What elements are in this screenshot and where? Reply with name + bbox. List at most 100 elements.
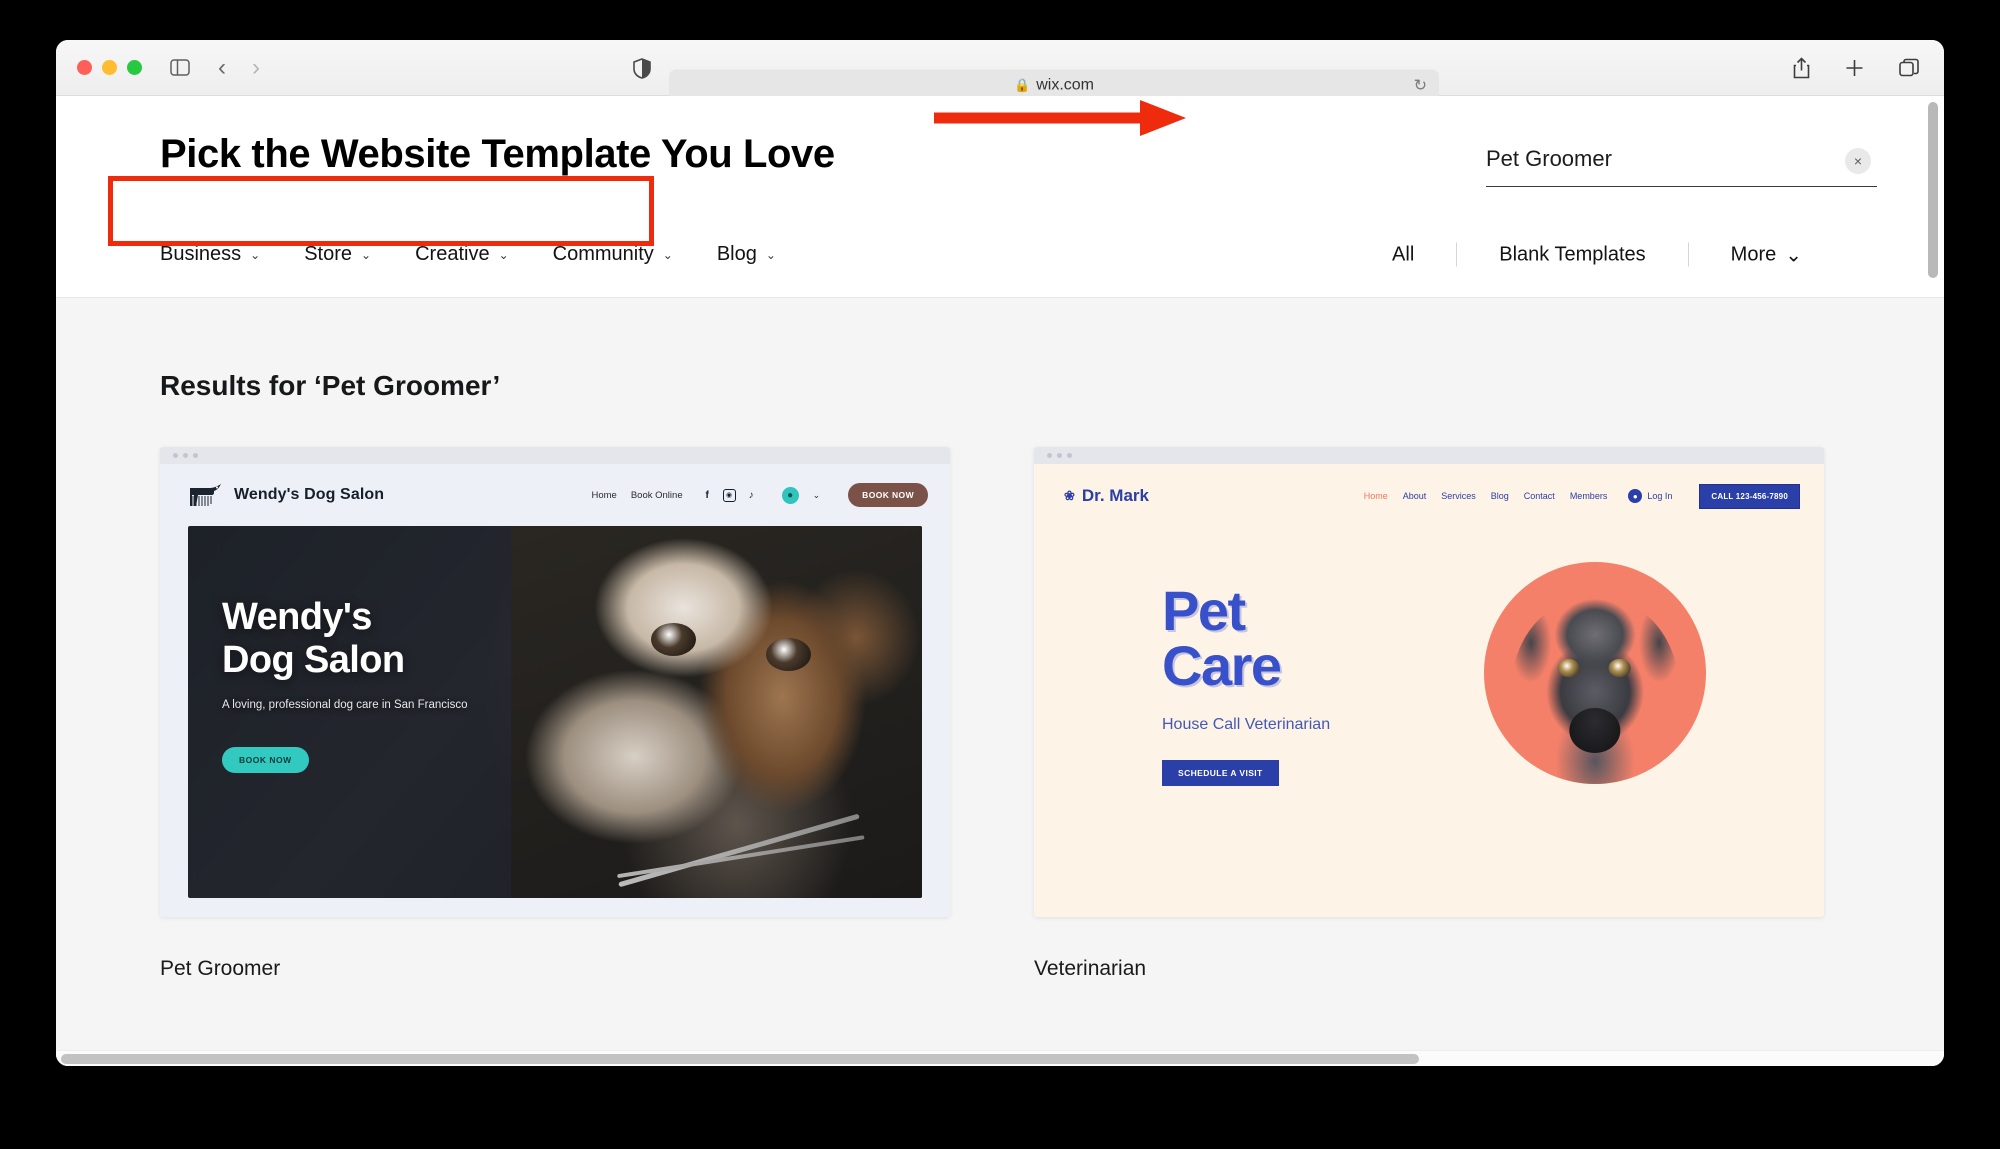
window-controls[interactable] — [77, 60, 142, 75]
chevron-down-icon[interactable]: ⌄ — [813, 490, 821, 501]
template-card-pet-groomer[interactable]: Wendy's Dog Salon Home Book Online f ◉ ♪ — [160, 447, 950, 981]
template-thumbnail[interactable]: ❀ Dr. Mark Home About Services Blog Cont… — [1034, 447, 1824, 917]
shield-icon[interactable] — [633, 58, 651, 84]
vet-hero-line2: Care — [1162, 633, 1282, 697]
facebook-icon[interactable]: f — [701, 489, 714, 502]
vet-nav-home[interactable]: Home — [1364, 491, 1388, 501]
new-tab-icon[interactable] — [1845, 58, 1864, 77]
nav-item-creative[interactable]: Creative ⌄ — [415, 243, 509, 266]
vet-logo: ❀ Dr. Mark — [1064, 486, 1149, 506]
vertical-scrollbar-thumb[interactable] — [1928, 102, 1938, 278]
share-icon[interactable] — [1793, 57, 1810, 78]
titlebar-actions — [1793, 57, 1920, 78]
minimize-window-button[interactable] — [102, 60, 117, 75]
vet-hero-cta-button[interactable]: SCHEDULE A VISIT — [1162, 759, 1279, 786]
filter-more[interactable]: More ⌄ — [1689, 242, 1844, 267]
salon-header: Wendy's Dog Salon Home Book Online f ◉ ♪ — [160, 464, 950, 526]
vet-hero-subtitle: House Call Veterinarian — [1162, 715, 1331, 733]
nav-item-business-label: Business — [160, 243, 242, 265]
vet-nav-blog[interactable]: Blog — [1491, 491, 1509, 501]
vet-call-button[interactable]: CALL 123-456-7890 — [1699, 483, 1800, 509]
instagram-icon[interactable]: ◉ — [722, 488, 736, 502]
browser-titlebar: ‹ › 🔒 wix.com ↻ — [56, 40, 1944, 101]
chrome-dot — [193, 453, 198, 458]
tiktok-icon[interactable]: ♪ — [745, 489, 758, 502]
salon-hero-line2: Dog Salon — [222, 638, 405, 681]
vet-hero: Pet Care House Call Veterinarian SCHEDUL… — [1034, 528, 1824, 917]
page-title: Pick the Website Template You Love — [160, 131, 835, 176]
nav-item-blog[interactable]: Blog ⌄ — [717, 243, 776, 266]
horizontal-scrollbar[interactable] — [56, 1050, 1944, 1066]
clear-search-button[interactable]: × — [1845, 148, 1871, 174]
avatar[interactable]: ● — [781, 486, 799, 504]
salon-book-now-button[interactable]: BOOK NOW — [848, 483, 928, 507]
nav-item-community[interactable]: Community ⌄ — [553, 243, 673, 266]
chevron-down-icon: ⌄ — [361, 247, 372, 262]
category-nav-left: Business ⌄ Store ⌄ Creative ⌄ Community … — [160, 243, 776, 266]
category-nav-right: All Blank Templates More ⌄ — [1350, 242, 1844, 267]
search-input[interactable] — [1486, 146, 1877, 187]
lock-icon: 🔒 — [1014, 77, 1031, 92]
paw-icon: ❀ — [1064, 488, 1075, 503]
dog-logo-icon — [188, 484, 224, 506]
sidebar-icon[interactable] — [170, 59, 190, 76]
template-grid: Wendy's Dog Salon Home Book Online f ◉ ♪ — [160, 447, 1944, 981]
template-card-label: Pet Groomer — [160, 957, 281, 980]
nav-item-creative-label: Creative — [415, 243, 490, 265]
close-window-button[interactable] — [77, 60, 92, 75]
salon-hero-copy: Wendy's Dog Salon A loving, professional… — [222, 596, 467, 774]
back-button[interactable]: ‹ — [218, 55, 226, 80]
chevron-down-icon: ⌄ — [498, 247, 509, 262]
nav-item-community-label: Community — [552, 243, 654, 265]
filter-all-label: All — [1392, 243, 1415, 265]
salon-hero-cta-button[interactable]: BOOK NOW — [222, 747, 309, 774]
chrome-dot — [183, 453, 188, 458]
salon-hero-line1: Wendy's — [222, 596, 372, 638]
site-header: Pick the Website Template You Love × — [56, 96, 1944, 212]
results-heading: Results for ‘Pet Groomer’ — [160, 370, 501, 401]
template-thumbnail[interactable]: Wendy's Dog Salon Home Book Online f ◉ ♪ — [160, 447, 950, 917]
template-card-label: Veterinarian — [1034, 957, 1147, 980]
dog-snout — [1569, 707, 1621, 753]
salon-nav-home[interactable]: Home — [592, 490, 617, 501]
horizontal-scrollbar-thumb[interactable] — [61, 1054, 1419, 1064]
vet-hero-line1: Pet — [1162, 579, 1246, 642]
filter-blank-templates[interactable]: Blank Templates — [1457, 243, 1687, 266]
forward-button[interactable]: › — [252, 55, 260, 80]
nav-item-store[interactable]: Store ⌄ — [304, 243, 371, 266]
template-card-veterinarian[interactable]: ❀ Dr. Mark Home About Services Blog Cont… — [1034, 447, 1824, 981]
filter-all[interactable]: All — [1350, 243, 1456, 266]
vet-nav-contact[interactable]: Contact — [1524, 491, 1555, 501]
pitbull-image — [1510, 597, 1680, 784]
chrome-dot — [1067, 453, 1072, 458]
reload-icon[interactable]: ↻ — [1414, 75, 1427, 95]
vet-hero-title: Pet Care — [1162, 579, 1330, 697]
nav-item-blog-label: Blog — [716, 243, 757, 265]
vet-login[interactable]: ● Log In — [1628, 489, 1672, 503]
browser-window: ‹ › 🔒 wix.com ↻ Pick the Website Templat… — [56, 40, 1944, 1066]
vet-nav: Home About Services Blog Contact Members… — [1364, 483, 1800, 509]
avatar: ● — [1628, 489, 1643, 503]
maximize-window-button[interactable] — [127, 60, 142, 75]
browser-navigation[interactable]: ‹ › — [218, 55, 260, 80]
vet-nav-members[interactable]: Members — [1570, 491, 1608, 501]
yorkshire-terrier-photo — [510, 526, 922, 898]
vet-brand-name: Dr. Mark — [1081, 486, 1149, 505]
search-field-wrapper: × — [1486, 146, 1877, 187]
nav-item-business[interactable]: Business ⌄ — [160, 243, 260, 266]
salon-nav-book-online[interactable]: Book Online — [631, 490, 683, 501]
vet-nav-services[interactable]: Services — [1441, 491, 1476, 501]
results-content: Results for ‘Pet Groomer’ Wendy's Dog Sa… — [56, 298, 1944, 1066]
chevron-down-icon: ⌄ — [250, 247, 261, 262]
salon-nav: Home Book Online f ◉ ♪ ● ⌄ BOOK NOW — [592, 483, 928, 507]
url-text: wix.com — [1036, 76, 1094, 93]
nav-item-store-label: Store — [304, 243, 353, 265]
category-nav: Business ⌄ Store ⌄ Creative ⌄ Community … — [56, 212, 1944, 298]
salon-template-preview: Wendy's Dog Salon Home Book Online f ◉ ♪ — [160, 464, 950, 917]
tab-overview-icon[interactable] — [1899, 58, 1920, 77]
vet-hero-copy: Pet Care House Call Veterinarian SCHEDUL… — [1162, 579, 1331, 786]
vet-nav-about[interactable]: About — [1403, 491, 1427, 501]
thumbnail-chrome-bar — [1034, 447, 1824, 464]
filter-more-label: More — [1730, 243, 1777, 265]
chrome-dot — [173, 453, 178, 458]
